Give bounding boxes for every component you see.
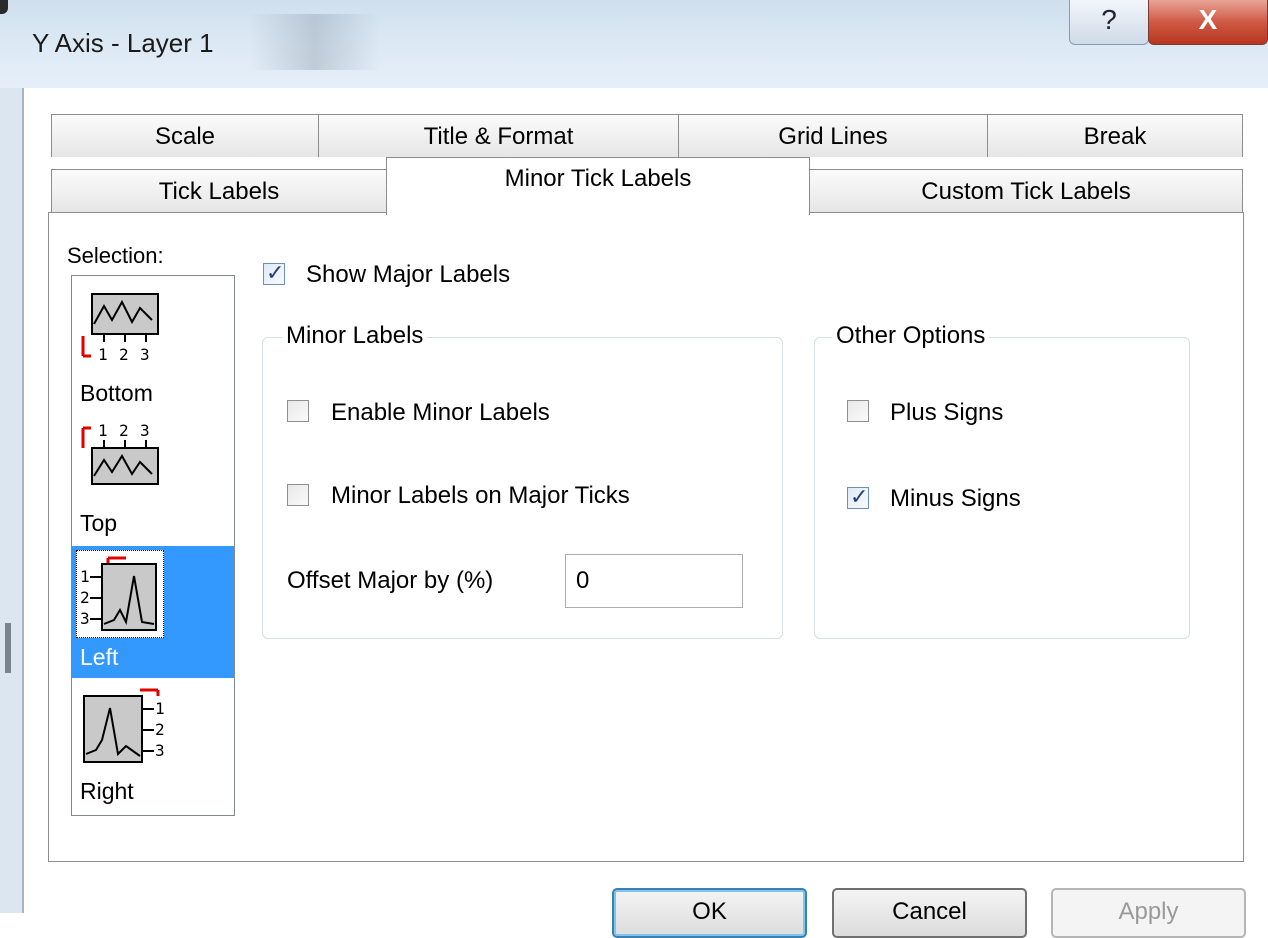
list-item-top[interactable]: 1 2 3 Top [72, 414, 234, 544]
selection-list[interactable]: 1 2 3 Bottom 1 2 3 Top 1 2 3 Left 1 2 3 … [71, 275, 235, 816]
plus-signs-checkbox[interactable] [847, 400, 869, 422]
tab-custom-tick-labels[interactable]: Custom Tick Labels [809, 169, 1243, 212]
close-button[interactable]: X [1148, 0, 1268, 45]
tab-tick-labels[interactable]: Tick Labels [51, 169, 387, 212]
checkmark-icon: ✓ [850, 484, 869, 509]
tick-label: 3 [140, 421, 150, 440]
minor-labels-group-title: Minor Labels [282, 322, 428, 350]
list-item-right[interactable]: 1 2 3 Right [72, 680, 234, 814]
axis-bottom-icon: 1 2 3 [81, 293, 159, 364]
app-icon [0, 0, 8, 14]
list-item-label: Top [80, 510, 118, 536]
offset-major-label: Offset Major by (%) [287, 567, 494, 594]
minus-signs-checkbox[interactable]: ✓ [847, 484, 869, 509]
tab-title-format[interactable]: Title & Format [318, 114, 679, 157]
show-major-labels-label[interactable]: Show Major Labels [306, 261, 510, 289]
dialog-frame [22, 88, 24, 913]
tick-label: 1 [155, 699, 165, 718]
tick-label: 3 [155, 741, 165, 760]
ok-button[interactable]: OK [612, 888, 807, 938]
minor-labels-on-major-ticks-checkbox[interactable] [287, 484, 309, 506]
help-button[interactable]: ? [1069, 0, 1149, 45]
list-item-bottom[interactable]: 1 2 3 Bottom [72, 280, 234, 410]
tab-break[interactable]: Break [987, 114, 1243, 157]
plus-signs-label[interactable]: Plus Signs [890, 399, 1003, 427]
tick-label: 1 [80, 567, 90, 586]
checkmark-icon: ✓ [266, 260, 285, 285]
tick-label: 1 [98, 345, 108, 364]
enable-minor-labels-checkbox[interactable] [287, 400, 309, 422]
tick-label: 2 [119, 345, 129, 364]
list-item-left[interactable]: 1 2 3 Left [72, 546, 234, 678]
axis-right-icon: 1 2 3 [83, 688, 165, 763]
tab-minor-tick-labels[interactable]: Minor Tick Labels [386, 157, 810, 215]
tick-label: 1 [98, 421, 108, 440]
tick-label: 2 [119, 421, 129, 440]
tick-label: 3 [140, 345, 150, 364]
list-item-label: Left [80, 644, 119, 670]
other-options-group-title: Other Options [832, 322, 990, 350]
window-left-edge [0, 88, 22, 913]
tab-grid-lines[interactable]: Grid Lines [678, 114, 988, 157]
axis-left-icon: 1 2 3 [80, 556, 157, 631]
title-bar-decoration [250, 14, 380, 70]
minor-labels-on-major-ticks-label[interactable]: Minor Labels on Major Ticks [331, 482, 630, 510]
tick-label: 3 [80, 609, 90, 628]
offset-major-input[interactable]: 0 [565, 554, 743, 608]
left-edge-mark [5, 623, 11, 673]
window-title: Y Axis - Layer 1 [32, 28, 214, 58]
title-bar: Y Axis - Layer 1 ? X [0, 0, 1268, 88]
list-item-label: Bottom [80, 380, 153, 406]
list-item-label: Right [80, 778, 134, 804]
cancel-button[interactable]: Cancel [832, 888, 1027, 938]
enable-minor-labels-label[interactable]: Enable Minor Labels [331, 399, 550, 427]
axis-top-icon: 1 2 3 [81, 421, 159, 485]
tick-label: 2 [155, 720, 165, 739]
apply-button[interactable]: Apply [1051, 888, 1246, 938]
minus-signs-label[interactable]: Minus Signs [890, 485, 1021, 513]
show-major-labels-checkbox[interactable]: ✓ [263, 260, 285, 285]
selection-label: Selection: [67, 243, 164, 268]
tick-label: 2 [80, 588, 90, 607]
tab-scale[interactable]: Scale [51, 114, 319, 157]
